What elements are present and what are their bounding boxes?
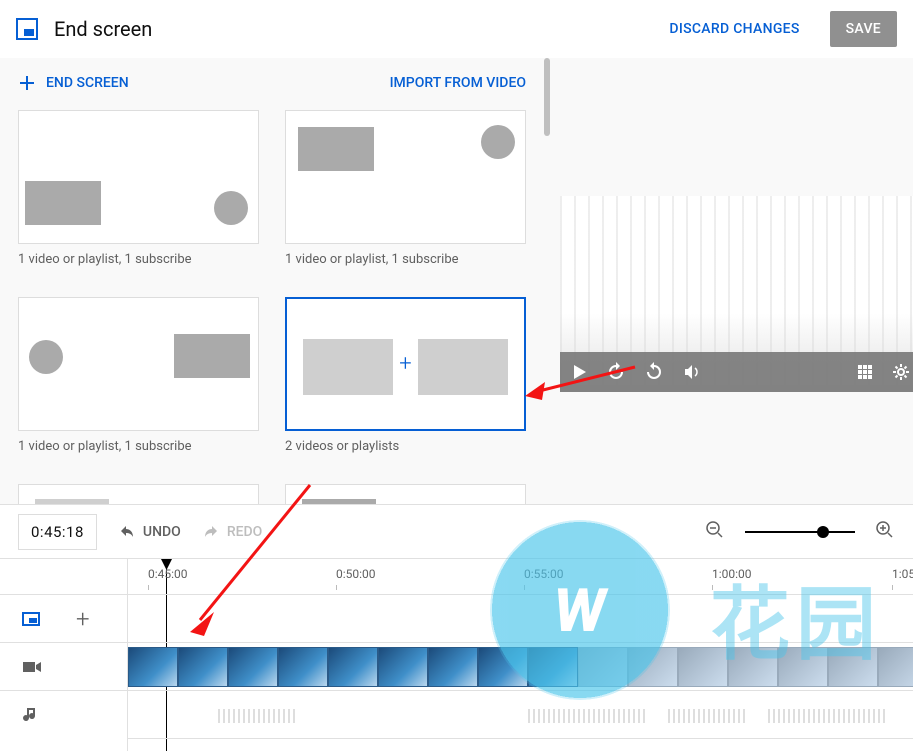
- template-2-thumb: [285, 110, 526, 244]
- timecode-display[interactable]: 0:45:18: [18, 514, 97, 550]
- rail-endscreen-row: +: [0, 595, 127, 643]
- preview-controls: [560, 352, 913, 392]
- subscribe-circle-icon: [481, 125, 515, 159]
- video-clip[interactable]: [328, 647, 378, 687]
- video-rect-icon: [298, 127, 374, 171]
- template-2[interactable]: 1 video or playlist, 1 subscribe: [285, 110, 526, 267]
- play-icon[interactable]: [570, 363, 588, 381]
- video-clip[interactable]: [878, 647, 913, 687]
- video-rect-icon: [418, 339, 508, 395]
- zoom-out-icon[interactable]: [705, 520, 725, 544]
- video-rect-icon: [303, 339, 393, 395]
- template-3-thumb: [18, 297, 259, 431]
- zoom-slider[interactable]: [745, 531, 855, 533]
- audio-wave: [768, 709, 888, 723]
- template-4[interactable]: + 2 videos or playlists: [285, 297, 526, 454]
- template-2-caption: 1 video or playlist, 1 subscribe: [285, 252, 526, 267]
- grid-icon[interactable]: [856, 363, 874, 381]
- template-5[interactable]: [18, 484, 259, 504]
- video-clip[interactable]: [678, 647, 728, 687]
- audio-wave: [218, 709, 298, 723]
- timeline-rail: +: [0, 559, 128, 751]
- endscreen-icon: [22, 612, 40, 626]
- template-3-caption: 1 video or playlist, 1 subscribe: [18, 439, 259, 454]
- undo-label: UNDO: [143, 524, 181, 540]
- template-1-thumb: [18, 110, 259, 244]
- audio-wave: [668, 709, 748, 723]
- video-clip[interactable]: [428, 647, 478, 687]
- template-4-caption: 2 videos or playlists: [285, 439, 526, 454]
- video-rect-icon: [174, 334, 250, 378]
- camera-icon: [22, 660, 42, 674]
- video-clip[interactable]: [228, 647, 278, 687]
- template-panel: END SCREEN IMPORT FROM VIDEO 1 video or …: [0, 58, 544, 504]
- template-actions: END SCREEN IMPORT FROM VIDEO: [18, 74, 526, 92]
- plus-icon: +: [399, 352, 411, 377]
- video-clip[interactable]: [378, 647, 428, 687]
- plus-icon: [18, 74, 36, 92]
- add-element-button[interactable]: +: [76, 605, 90, 633]
- volume-icon[interactable]: [682, 362, 702, 382]
- page-title: End screen: [54, 17, 639, 41]
- gear-icon[interactable]: [892, 363, 910, 381]
- rewind-10-icon[interactable]: [606, 362, 626, 382]
- redo-label: REDO: [227, 524, 263, 540]
- template-grid: 1 video or playlist, 1 subscribe 1 video…: [18, 110, 526, 504]
- discard-button[interactable]: DISCARD CHANGES: [655, 11, 813, 47]
- timeline: 0:45:18 UNDO REDO +: [0, 504, 913, 751]
- template-3[interactable]: 1 video or playlist, 1 subscribe: [18, 297, 259, 454]
- preview-scrollbar[interactable]: [544, 58, 550, 136]
- redo-icon: [201, 522, 221, 542]
- video-clip[interactable]: [178, 647, 228, 687]
- video-clip[interactable]: [278, 647, 328, 687]
- subscribe-circle-icon: [29, 340, 63, 374]
- preview-panel: [544, 58, 913, 504]
- import-from-video-button[interactable]: IMPORT FROM VIDEO: [390, 75, 526, 91]
- video-rect-icon: [25, 181, 101, 225]
- forward-10-icon[interactable]: [644, 362, 664, 382]
- video-clip[interactable]: [128, 647, 178, 687]
- music-note-icon: [22, 706, 38, 724]
- template-6[interactable]: [285, 484, 526, 504]
- video-clip[interactable]: [728, 647, 778, 687]
- import-from-video-label: IMPORT FROM VIDEO: [390, 75, 526, 91]
- timeline-body: + 0:45:00 0:50:00 0:55:00 1:00:00 1:05:1: [0, 559, 913, 751]
- rail-audio-row: [0, 691, 127, 739]
- template-4-thumb: +: [285, 297, 526, 431]
- video-clip[interactable]: [828, 647, 878, 687]
- watermark-logo-letter: W: [549, 575, 611, 646]
- template-1[interactable]: 1 video or playlist, 1 subscribe: [18, 110, 259, 267]
- audio-wave: [528, 709, 648, 723]
- rail-ruler-spacer: [0, 559, 127, 595]
- ruler-tick: 1:00:00: [712, 567, 752, 581]
- endscreen-icon: [16, 18, 38, 40]
- add-endscreen-label: END SCREEN: [46, 75, 129, 91]
- main-split: END SCREEN IMPORT FROM VIDEO 1 video or …: [0, 58, 913, 504]
- rail-video-row: [0, 643, 127, 691]
- template-1-caption: 1 video or playlist, 1 subscribe: [18, 252, 259, 267]
- redo-button[interactable]: REDO: [201, 522, 263, 542]
- undo-button[interactable]: UNDO: [117, 522, 181, 542]
- timeline-toolbar: 0:45:18 UNDO REDO: [0, 505, 913, 559]
- header: End screen DISCARD CHANGES SAVE: [0, 0, 913, 58]
- template-6-thumb: [285, 484, 526, 504]
- ruler-tick: 0:45:00: [148, 567, 188, 581]
- video-clip[interactable]: [778, 647, 828, 687]
- subscribe-circle-icon: [214, 191, 248, 225]
- ruler-tick: 1:05:1: [892, 567, 913, 581]
- audio-track[interactable]: [128, 691, 913, 739]
- add-endscreen-button[interactable]: END SCREEN: [18, 74, 129, 92]
- undo-icon: [117, 522, 137, 542]
- ruler-tick: 0:50:00: [336, 567, 376, 581]
- watermark-logo: W: [490, 520, 670, 700]
- template-5-thumb: [18, 484, 259, 504]
- video-preview: [560, 196, 913, 392]
- zoom-in-icon[interactable]: [875, 520, 895, 544]
- save-button[interactable]: SAVE: [830, 11, 897, 47]
